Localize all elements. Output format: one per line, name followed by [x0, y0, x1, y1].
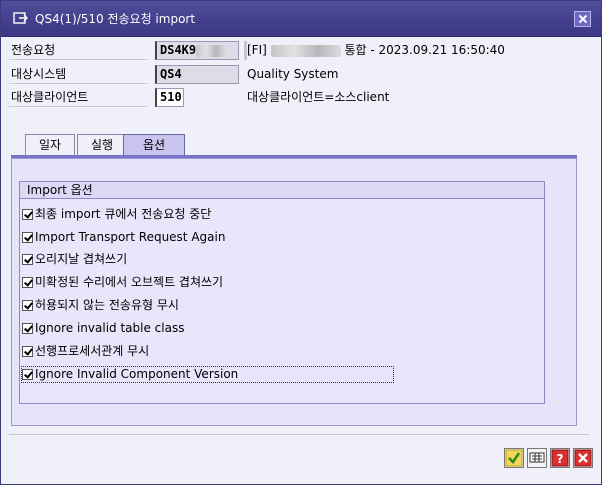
target-client-description: 대상클라이언트=소스client	[247, 90, 390, 104]
option-label: 선행프로세서관계 무시	[35, 344, 150, 358]
dialog-content: 전송요청 DS4K9 [FI] 통합 - 2023.09.21 16:50:40…	[1, 37, 601, 484]
cancel-button[interactable]	[573, 448, 593, 468]
target-system-field[interactable]: QS4	[155, 65, 239, 84]
checkmark-icon	[505, 449, 523, 467]
cancel-icon	[574, 449, 592, 467]
field-row-target-system: 대상시스템 QS4 Quality System	[9, 65, 569, 85]
checkbox[interactable]	[22, 277, 33, 288]
option-ignore-predecessor-relations[interactable]: 선행프로세서관계 무시	[22, 343, 392, 363]
option-label: Ignore invalid table class	[35, 321, 185, 335]
option-label: 최종 import 큐에서 전송요청 중단	[35, 207, 212, 221]
import-options-group: Import 옵션 최종 import 큐에서 전송요청 중단 Import T…	[19, 181, 545, 404]
title-bar[interactable]: QS4(1)/510 전송요청 import	[1, 1, 601, 37]
checkbox[interactable]	[22, 300, 33, 311]
option-stop-in-import-queue[interactable]: 최종 import 큐에서 전송요청 중단	[22, 206, 392, 226]
options-panel: Import 옵션 최종 import 큐에서 전송요청 중단 Import T…	[11, 158, 577, 426]
option-label: Ignore Invalid Component Version	[35, 367, 239, 381]
schedule-button[interactable]	[527, 448, 547, 468]
help-button[interactable]: ?	[550, 448, 570, 468]
import-options-title: Import 옵션	[20, 182, 544, 199]
option-ignore-disallowed-transport-type[interactable]: 허용되지 않는 전송유형 무시	[22, 297, 392, 317]
option-overwrite-originals[interactable]: 오리지날 겹쳐쓰기	[22, 251, 392, 271]
option-label: 허용되지 않는 전송유형 무시	[35, 298, 179, 312]
footer-divider	[9, 434, 589, 435]
checkbox[interactable]	[22, 369, 33, 380]
transport-request-value: DS4K9	[160, 43, 197, 57]
option-ignore-invalid-table-class[interactable]: Ignore invalid table class	[22, 320, 392, 340]
description-prefix: [FI]	[247, 43, 267, 57]
option-label: 오리지날 겹쳐쓰기	[35, 252, 128, 266]
tab-date[interactable]: 일자	[25, 134, 75, 156]
keyboard-icon	[529, 452, 545, 463]
tab-execution[interactable]: 실행	[77, 134, 127, 156]
checkbox[interactable]	[22, 323, 33, 334]
field-row-target-client: 대상클라이언트 510 대상클라이언트=소스client	[9, 88, 569, 108]
masked-description	[270, 44, 341, 57]
option-label: 미확정된 수리에서 오브젝트 겹쳐쓰기	[35, 275, 224, 289]
help-icon: ?	[551, 449, 569, 467]
close-button[interactable]	[574, 11, 591, 27]
svg-text:?: ?	[557, 452, 564, 466]
field-label-target-client: 대상클라이언트	[9, 88, 147, 107]
option-overwrite-unconfirmed-repairs[interactable]: 미확정된 수리에서 오브젝트 겹쳐쓰기	[22, 274, 392, 294]
option-import-again[interactable]: Import Transport Request Again	[22, 229, 392, 249]
option-ignore-invalid-component-version[interactable]: Ignore Invalid Component Version	[21, 366, 394, 386]
continue-button[interactable]	[504, 448, 524, 468]
transport-request-description: [FI] 통합 - 2023.09.21 16:50:40	[247, 42, 505, 59]
field-label-transport-request: 전송요청	[9, 41, 147, 60]
masked-value	[196, 44, 227, 57]
checkbox[interactable]	[22, 232, 33, 243]
tab-options[interactable]: 옵션	[123, 134, 185, 157]
checkbox[interactable]	[22, 209, 33, 220]
description-suffix: 통합 - 2023.09.21 16:50:40	[344, 43, 505, 57]
field-label-target-system: 대상시스템	[9, 65, 147, 84]
target-system-description: Quality System	[247, 67, 339, 81]
transport-request-field[interactable]: DS4K9	[155, 41, 239, 60]
option-label: Import Transport Request Again	[35, 230, 226, 244]
checkbox[interactable]	[22, 346, 33, 357]
target-client-field[interactable]: 510	[155, 88, 184, 107]
transport-request-icon	[13, 12, 28, 24]
dialog-window: QS4(1)/510 전송요청 import 전송요청 DS4K9 [FI] 통…	[0, 0, 602, 485]
window-title: QS4(1)/510 전송요청 import	[35, 12, 196, 26]
field-row-transport-request: 전송요청 DS4K9 [FI] 통합 - 2023.09.21 16:50:40	[9, 41, 569, 61]
checkbox[interactable]	[22, 254, 33, 265]
